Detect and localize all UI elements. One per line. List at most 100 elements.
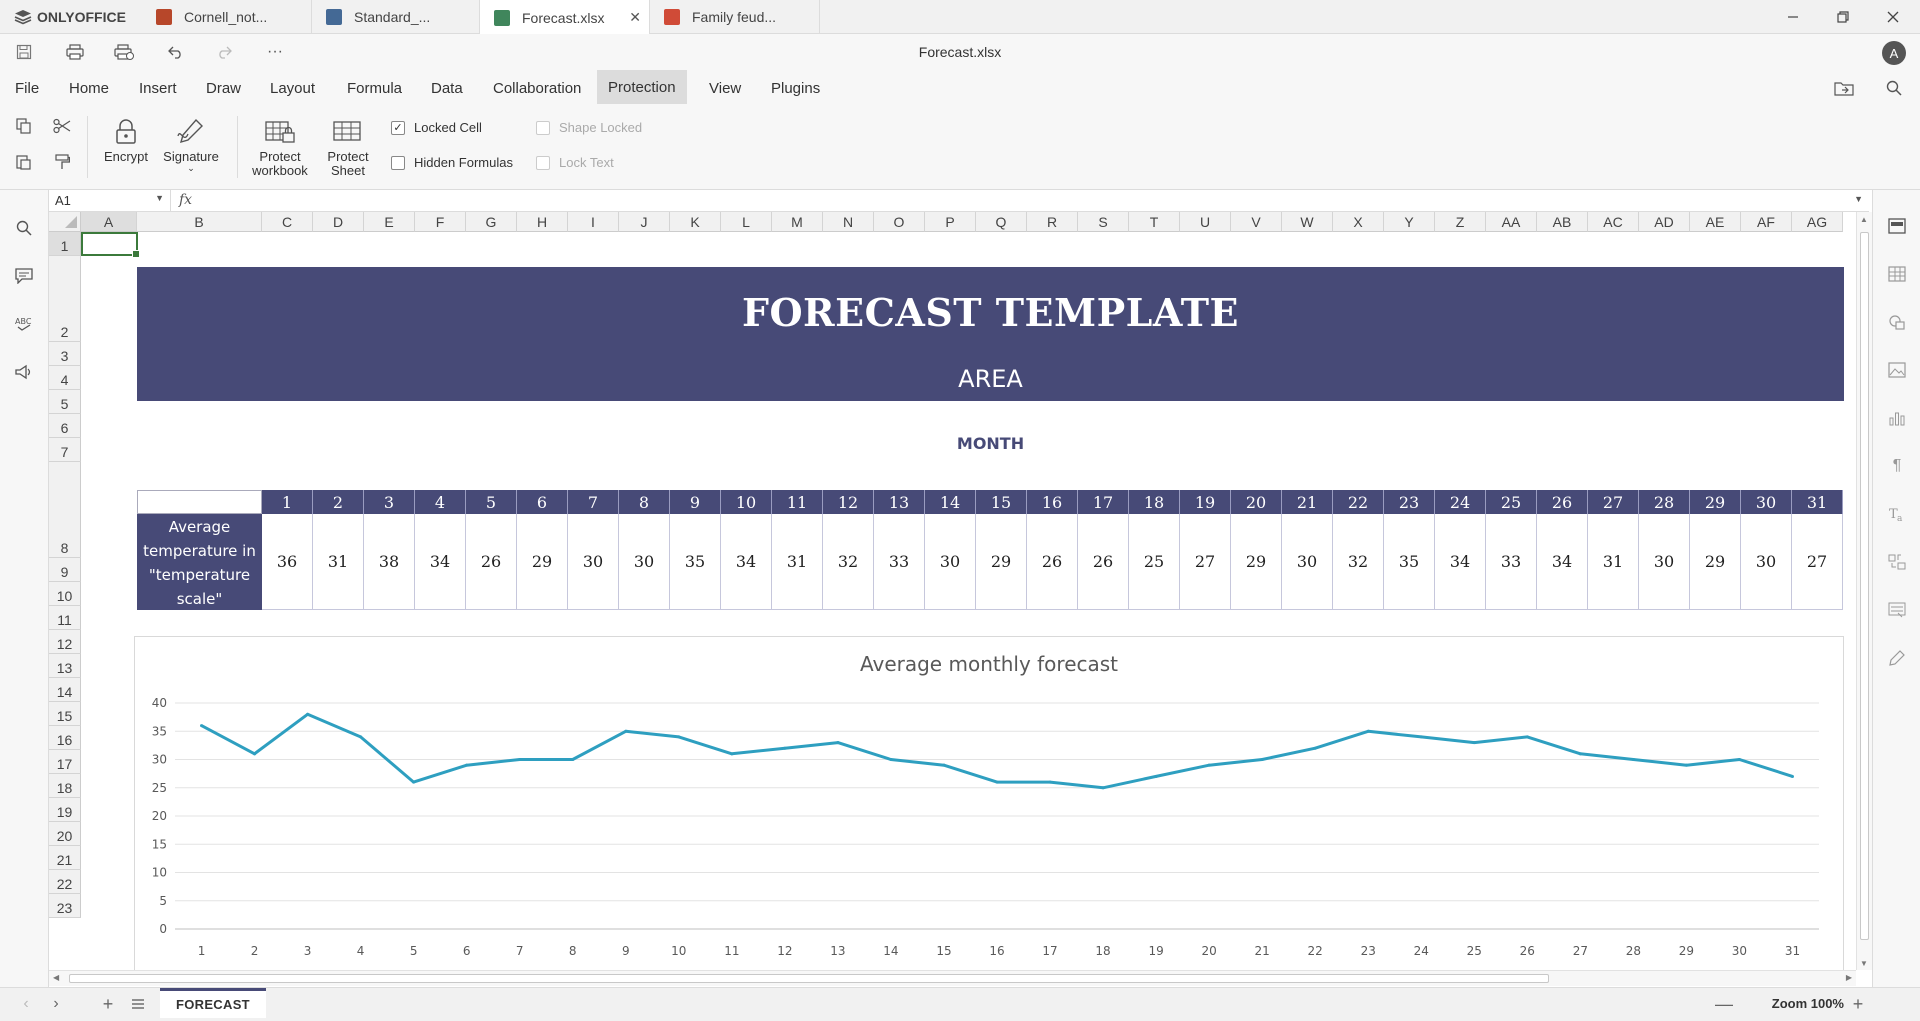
- scroll-left-icon[interactable]: ◀: [53, 973, 59, 982]
- column-header-af[interactable]: AF: [1741, 212, 1792, 232]
- row-header-14[interactable]: 14: [49, 678, 81, 702]
- day-header-cell[interactable]: 27: [1588, 490, 1639, 514]
- temperature-cell[interactable]: 34: [415, 514, 466, 610]
- cell-settings-icon[interactable]: [1885, 214, 1909, 238]
- day-header-cell[interactable]: 16: [1027, 490, 1078, 514]
- data-point[interactable]: [1472, 741, 1476, 745]
- column-header-u[interactable]: U: [1180, 212, 1231, 232]
- quick-print-button[interactable]: [114, 42, 134, 62]
- temperature-cell[interactable]: 30: [568, 514, 619, 610]
- data-point[interactable]: [1207, 763, 1211, 767]
- row-header-13[interactable]: 13: [49, 654, 81, 678]
- temperature-cell[interactable]: 34: [721, 514, 772, 610]
- horizontal-scroll-thumb[interactable]: [69, 974, 1549, 983]
- select-all-button[interactable]: [49, 212, 81, 232]
- temperature-cell[interactable]: 33: [874, 514, 925, 610]
- data-point[interactable]: [1154, 774, 1158, 778]
- temperature-cell[interactable]: 29: [1231, 514, 1282, 610]
- temperature-cell[interactable]: 32: [1333, 514, 1384, 610]
- hidden-formulas-checkbox[interactable]: Hidden Formulas: [391, 155, 513, 170]
- row-header-6[interactable]: 6: [49, 414, 81, 438]
- data-point[interactable]: [571, 758, 575, 761]
- minimize-button[interactable]: [1770, 0, 1816, 34]
- temperature-cell[interactable]: 27: [1792, 514, 1843, 610]
- row-header-22[interactable]: 22: [49, 870, 81, 894]
- data-point[interactable]: [1101, 786, 1105, 790]
- close-tab-icon[interactable]: ✕: [629, 9, 641, 26]
- row-header-4[interactable]: 4: [49, 366, 81, 390]
- column-header-r[interactable]: R: [1027, 212, 1078, 232]
- temperature-cell[interactable]: 29: [517, 514, 568, 610]
- day-header-cell[interactable]: 28: [1639, 490, 1690, 514]
- data-point[interactable]: [1260, 758, 1264, 761]
- day-header-cell[interactable]: 8: [619, 490, 670, 514]
- data-point[interactable]: [359, 735, 363, 739]
- menu-data[interactable]: Data: [420, 70, 474, 106]
- data-point[interactable]: [306, 712, 310, 716]
- data-point[interactable]: [465, 763, 469, 767]
- formula-input[interactable]: [209, 193, 1809, 209]
- row-header-1[interactable]: 1: [49, 232, 81, 256]
- day-header-cell[interactable]: 30: [1741, 490, 1792, 514]
- tab-forecast[interactable]: Forecast.xlsx ✕: [480, 0, 650, 35]
- signature-button[interactable]: Signature ⌄: [160, 116, 222, 173]
- day-header-cell[interactable]: 24: [1435, 490, 1486, 514]
- row-header-20[interactable]: 20: [49, 822, 81, 846]
- format-painter-button[interactable]: [52, 152, 72, 172]
- day-header-cell[interactable]: 1: [262, 490, 313, 514]
- column-header-a[interactable]: A: [81, 212, 137, 232]
- row-header-18[interactable]: 18: [49, 774, 81, 798]
- data-point[interactable]: [518, 758, 522, 761]
- row-header-8[interactable]: 8: [49, 462, 81, 558]
- temperature-cell[interactable]: 30: [1282, 514, 1333, 610]
- temperature-cell[interactable]: 30: [925, 514, 976, 610]
- day-header-cell[interactable]: 31: [1792, 490, 1843, 514]
- temperature-cell[interactable]: 35: [670, 514, 721, 610]
- temperature-cell[interactable]: 36: [262, 514, 313, 610]
- day-header-cell[interactable]: 3: [364, 490, 415, 514]
- menu-formula[interactable]: Formula: [336, 70, 413, 106]
- temperature-cell[interactable]: 35: [1384, 514, 1435, 610]
- temperature-cell[interactable]: 31: [313, 514, 364, 610]
- menu-draw[interactable]: Draw: [195, 70, 252, 106]
- day-header-cell[interactable]: 19: [1180, 490, 1231, 514]
- row-header-15[interactable]: 15: [49, 702, 81, 726]
- column-header-ab[interactable]: AB: [1537, 212, 1588, 232]
- copy-button[interactable]: [14, 116, 34, 136]
- day-header-cell[interactable]: 10: [721, 490, 772, 514]
- data-point[interactable]: [1790, 774, 1794, 778]
- temperature-cell[interactable]: 32: [823, 514, 874, 610]
- day-header-cell[interactable]: 4: [415, 490, 466, 514]
- chevron-down-icon[interactable]: ▼: [155, 193, 164, 203]
- temperature-cell[interactable]: 29: [1690, 514, 1741, 610]
- selected-cell-a1[interactable]: [81, 232, 140, 258]
- day-header-cell[interactable]: 13: [874, 490, 925, 514]
- restore-button[interactable]: [1820, 0, 1866, 34]
- tab-family-feud[interactable]: Family feud...: [650, 0, 820, 34]
- day-header-cell[interactable]: 2: [313, 490, 364, 514]
- expand-formula-icon[interactable]: ▼: [1854, 194, 1863, 204]
- column-header-n[interactable]: N: [823, 212, 874, 232]
- temperature-cell[interactable]: 27: [1180, 514, 1231, 610]
- data-point[interactable]: [200, 724, 204, 728]
- undo-button[interactable]: [166, 42, 186, 62]
- horizontal-scrollbar[interactable]: ◀ ▶: [49, 970, 1856, 986]
- menu-collaboration[interactable]: Collaboration: [482, 70, 592, 106]
- search-icon[interactable]: [12, 216, 36, 240]
- spellcheck-icon[interactable]: ABC: [12, 312, 36, 336]
- column-header-q[interactable]: Q: [976, 212, 1027, 232]
- row-header-10[interactable]: 10: [49, 582, 81, 606]
- redo-button[interactable]: [214, 42, 234, 62]
- temperature-cell[interactable]: 30: [1639, 514, 1690, 610]
- data-point[interactable]: [1419, 735, 1423, 739]
- data-point[interactable]: [1578, 752, 1582, 756]
- name-box[interactable]: A1 ▼: [49, 190, 171, 212]
- pivot-settings-icon[interactable]: [1885, 550, 1909, 574]
- vertical-scrollbar[interactable]: ▲ ▼: [1856, 212, 1872, 970]
- menu-layout[interactable]: Layout: [259, 70, 326, 106]
- data-point[interactable]: [1631, 758, 1635, 761]
- table-corner-cell[interactable]: [137, 490, 262, 514]
- locked-cell-checkbox[interactable]: ✓ Locked Cell: [391, 120, 482, 135]
- user-avatar[interactable]: A: [1882, 41, 1906, 65]
- menu-protection[interactable]: Protection: [597, 70, 687, 104]
